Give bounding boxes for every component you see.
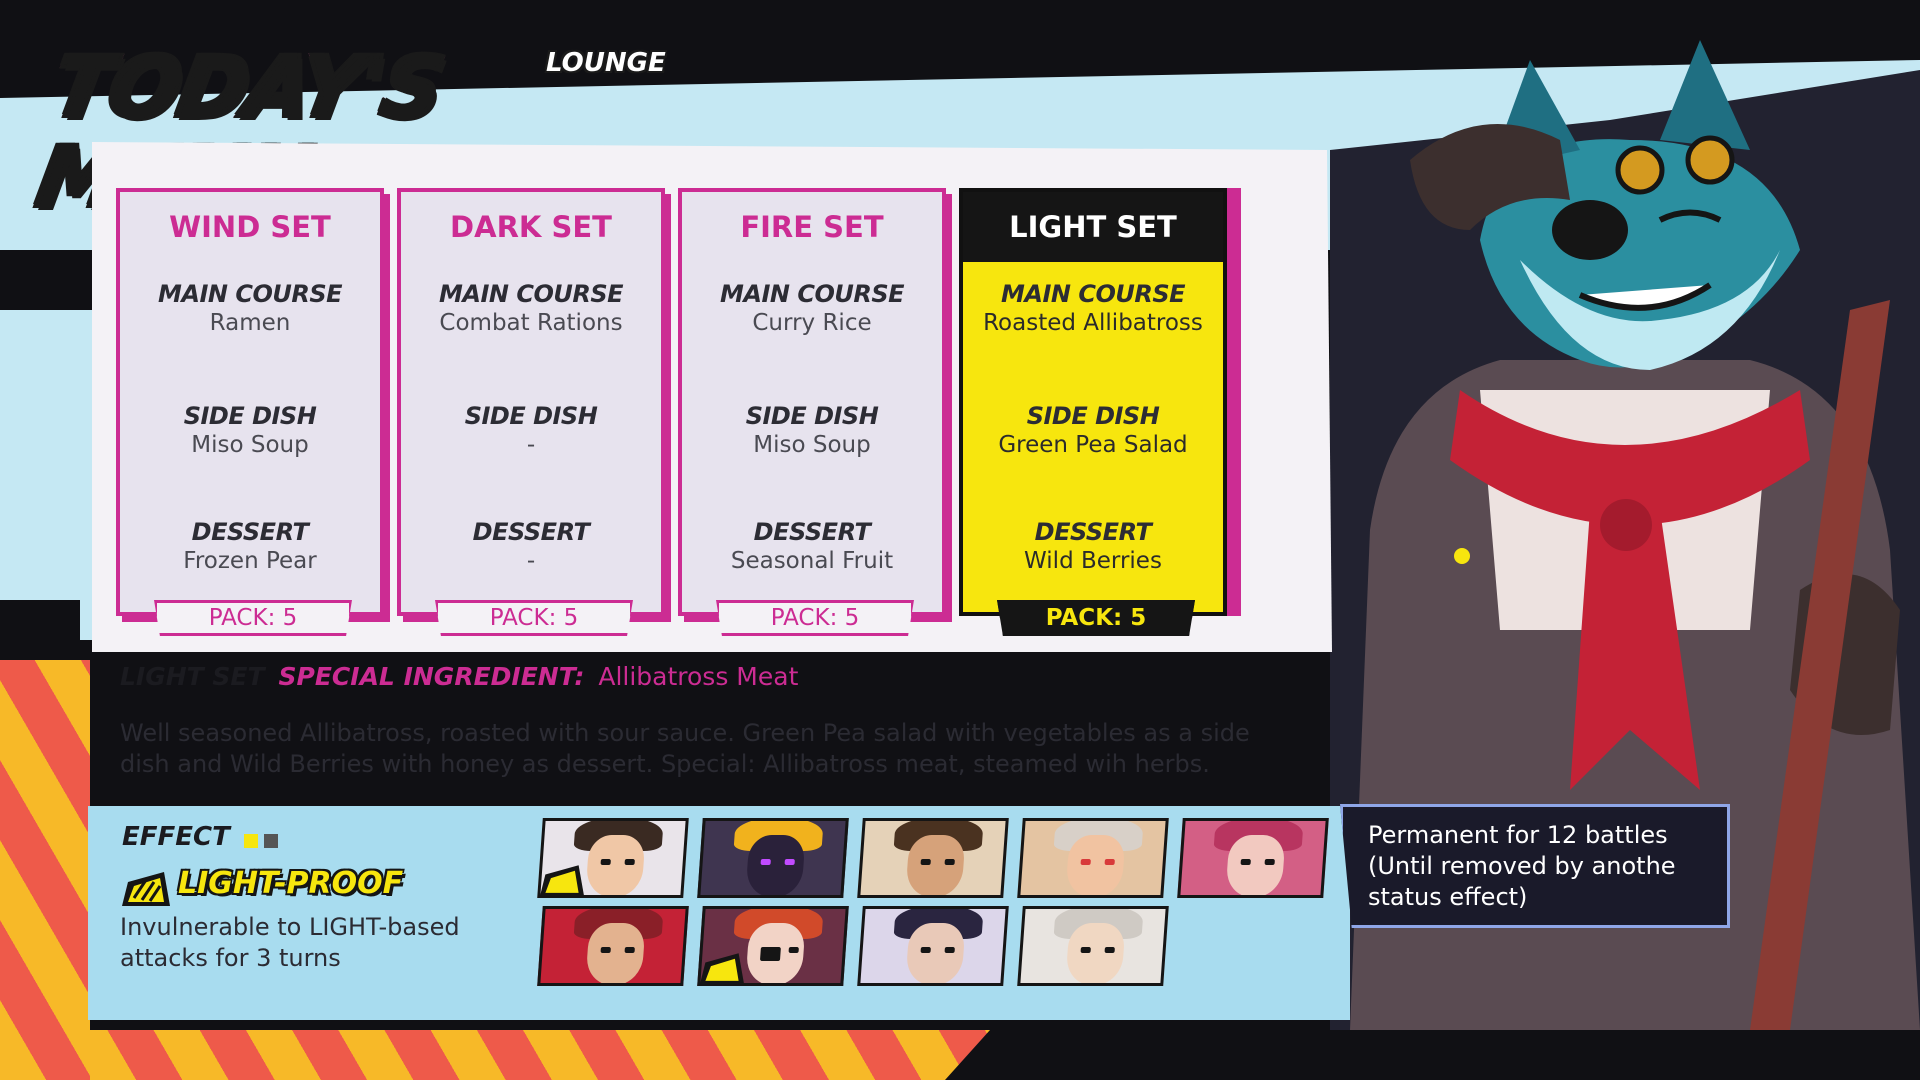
party-member-4[interactable] [1017,818,1169,898]
set-title: DARK SET [450,210,612,244]
dessert-label: DESSERT [753,518,871,546]
side-dish-label: SIDE DISH [464,402,598,430]
background-dark-wedge [0,250,92,310]
special-ingredient: LIGHT SET SPECIAL INGREDIENT: Allibatros… [120,662,798,691]
main-course-value: Combat Rations [439,310,623,336]
party-member-3[interactable] [857,818,1009,898]
set-card-light[interactable]: LIGHT SET MAIN COURSE Roasted Allibatros… [959,188,1227,636]
party-member-5[interactable] [1177,818,1329,898]
pack-count: PACK: 5 [154,600,352,636]
dessert-label: DESSERT [1034,518,1152,546]
main-course-value: Roasted Allibatross [983,310,1203,336]
dessert-value: Seasonal Fruit [730,548,894,574]
main-course-label: MAIN COURSE [158,280,343,308]
dessert-label: DESSERT [191,518,309,546]
light-proof-buff-icon [699,953,745,985]
background-dark-wedge [0,600,80,640]
effect-name: LIGHT-PROOF [178,866,404,901]
light-proof-icon [122,872,170,906]
side-dish-label: SIDE DISH [745,402,879,430]
dessert-value: - [526,548,536,574]
page-subtitle: LOUNGE [546,48,666,78]
light-proof-buff-icon [539,865,585,897]
party-member-2[interactable] [697,818,849,898]
party-member-8[interactable] [857,906,1009,986]
set-card-dark[interactable]: DARK SET MAIN COURSE Combat Rations SIDE… [397,188,665,636]
ingredient-value: Allibatross Meat [598,662,799,691]
effect-title: EFFECT [122,822,230,852]
side-dish-value: Green Pea Salad [998,432,1188,458]
dessert-value: Wild Berries [1024,548,1162,574]
set-title: LIGHT SET [963,192,1223,262]
side-dish-label: SIDE DISH [1026,402,1160,430]
background-pattern-orange [0,660,90,1080]
ingredient-set-name: LIGHT SET [120,662,265,691]
side-dish-value: Miso Soup [753,432,871,458]
main-course-label: MAIN COURSE [1001,280,1186,308]
ingredient-label: SPECIAL INGREDIENT: [278,662,585,691]
party-member-9[interactable] [1017,906,1169,986]
set-description: Well seasoned Allibatross, roasted with … [120,719,1250,778]
side-dish-value: Miso Soup [191,432,309,458]
main-course-label: MAIN COURSE [439,280,624,308]
set-card-wind[interactable]: WIND SET MAIN COURSE Ramen SIDE DISH Mis… [116,188,384,636]
page-indicator-dot [264,834,278,848]
pack-count: PACK: 5 [435,600,633,636]
set-card-fire[interactable]: FIRE SET MAIN COURSE Curry Rice SIDE DIS… [678,188,946,636]
set-title: WIND SET [169,210,331,244]
dessert-label: DESSERT [472,518,590,546]
status-tooltip-text: Permanent for 12 battles (Until removed … [1368,821,1676,911]
main-course-label: MAIN COURSE [720,280,905,308]
effect-description: Invulnerable to LIGHT-based attacks for … [120,913,460,972]
dessert-value: Frozen Pear [183,548,317,574]
side-dish-label: SIDE DISH [183,402,317,430]
page-indicator-dot-active [244,834,258,848]
main-course-value: Ramen [209,310,291,336]
main-course-value: Curry Rice [752,310,872,336]
pack-count: PACK: 5 [997,600,1195,636]
pack-count: PACK: 5 [716,600,914,636]
background-pattern-bottom [90,1030,990,1080]
set-title: FIRE SET [740,210,884,244]
party-member-6[interactable] [537,906,689,986]
side-dish-value: - [526,432,536,458]
